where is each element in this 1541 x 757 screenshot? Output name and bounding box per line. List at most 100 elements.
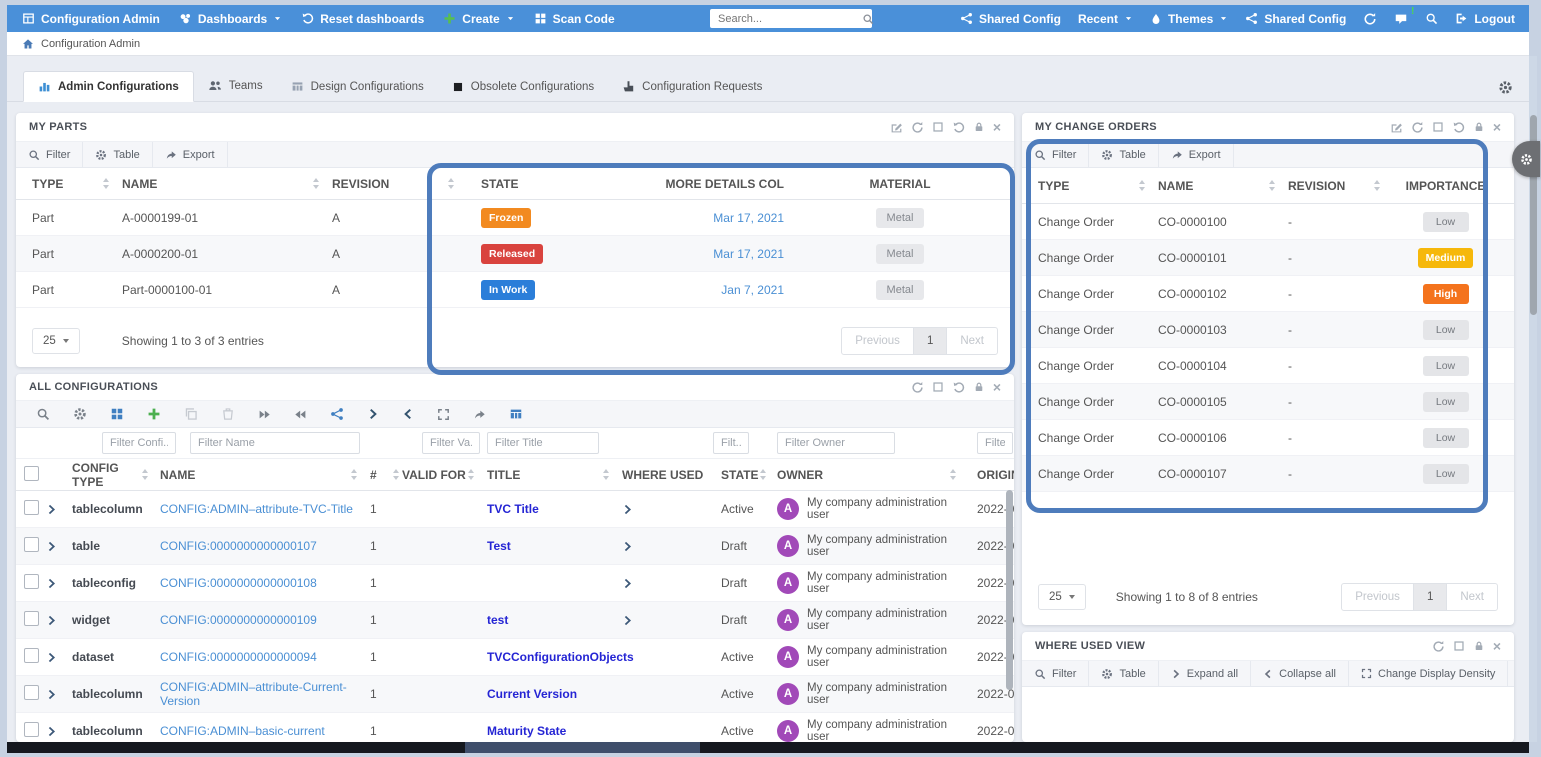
title-link[interactable]: TVCConfigurationObjects <box>487 650 634 664</box>
expand-row-icon[interactable] <box>46 689 57 700</box>
col-name[interactable]: NAME <box>160 468 195 482</box>
where-used-chevron-icon[interactable] <box>622 504 633 515</box>
add-icon[interactable] <box>147 407 161 421</box>
maximize-icon[interactable] <box>1453 640 1465 652</box>
where-used-chevron-icon[interactable] <box>622 541 633 552</box>
more-details-link[interactable]: Jan 7, 2021 <box>721 283 784 297</box>
table-row[interactable]: tablecolumn CONFIG:ADMIN–attribute-TVC-T… <box>16 491 1014 528</box>
col-revision[interactable]: REVISION <box>1288 179 1345 193</box>
lock-icon[interactable] <box>1473 121 1485 133</box>
table-row[interactable]: dataset CONFIG:0000000000000094 1 TVCCon… <box>16 639 1014 676</box>
tab-obsolete-configurations[interactable]: Obsolete Configurations <box>438 73 608 101</box>
row-checkbox[interactable] <box>24 574 39 589</box>
table-row[interactable]: Change Order CO-0000106 - Low <box>1022 420 1514 456</box>
undo-icon[interactable] <box>952 381 965 394</box>
close-icon[interactable]: × <box>1493 120 1501 134</box>
edit-icon[interactable] <box>890 121 903 134</box>
lock-icon[interactable] <box>1473 640 1485 652</box>
table-row[interactable]: Change Order CO-0000103 - Low <box>1022 312 1514 348</box>
config-name-link[interactable]: CONFIG:0000000000000109 <box>160 613 317 627</box>
copy-icon[interactable] <box>184 407 198 421</box>
expand-row-icon[interactable] <box>46 504 57 515</box>
expand-all-button[interactable]: Expand all <box>1159 661 1251 686</box>
nav-reset-dashboards[interactable]: Reset dashboards <box>301 12 424 26</box>
sort-icon[interactable] <box>602 469 610 480</box>
col-type[interactable]: TYPE <box>1038 179 1069 193</box>
table-row[interactable]: Change Order CO-0000102 - High <box>1022 276 1514 312</box>
table-icon[interactable] <box>509 407 523 421</box>
table-row[interactable]: Change Order CO-0000101 - Medium <box>1022 240 1514 276</box>
delete-icon[interactable] <box>221 407 235 421</box>
col-state[interactable]: STATE <box>721 468 759 482</box>
sort-icon[interactable] <box>1373 180 1381 191</box>
table-settings-button[interactable]: Table <box>83 142 152 167</box>
change-display-density-button[interactable]: Change Display Density <box>1349 661 1508 686</box>
nav-scan-code[interactable]: Scan Code <box>534 12 615 26</box>
expand-row-icon[interactable] <box>46 652 57 663</box>
config-name-link[interactable]: CONFIG:0000000000000107 <box>160 539 317 553</box>
table-row[interactable]: widget CONFIG:0000000000000109 1 test Dr… <box>16 602 1014 639</box>
dashboard-settings-gear-icon[interactable] <box>1498 80 1513 95</box>
undo-icon[interactable] <box>952 121 965 134</box>
sort-icon[interactable] <box>1268 180 1276 191</box>
table-row[interactable]: tablecolumn CONFIG:ADMIN–basic-current 1… <box>16 713 1014 742</box>
maximize-icon[interactable] <box>932 121 944 133</box>
config-name-link[interactable]: CONFIG:0000000000000094 <box>160 650 317 664</box>
filter-button[interactable]: Filter <box>1022 142 1089 167</box>
page-number-button[interactable]: 1 <box>1414 584 1447 610</box>
export-button[interactable]: Export <box>153 142 228 167</box>
nav-logout[interactable]: Logout <box>1455 12 1515 26</box>
sort-icon[interactable] <box>141 469 148 480</box>
col-name[interactable]: NAME <box>122 177 157 191</box>
search-input[interactable] <box>716 12 862 26</box>
nav-notifications[interactable]: ! <box>1394 12 1408 26</box>
filter-button[interactable]: Filter <box>16 142 83 167</box>
export-icon[interactable] <box>473 408 486 421</box>
col-valid-for[interactable]: VALID FOR <box>402 468 466 482</box>
export-button[interactable]: Export <box>1508 661 1514 686</box>
search-icon[interactable] <box>36 407 50 421</box>
expand-row-icon[interactable] <box>46 726 57 737</box>
expand-row-icon[interactable] <box>46 615 57 626</box>
lock-icon[interactable] <box>973 381 985 393</box>
undo-icon[interactable] <box>1452 121 1465 134</box>
close-icon[interactable]: × <box>993 380 1001 394</box>
table-row[interactable]: Change Order CO-0000107 - Low <box>1022 456 1514 492</box>
title-link[interactable]: Test <box>487 539 511 553</box>
title-link[interactable]: Current Version <box>487 687 577 701</box>
table-row[interactable]: Change Order CO-0000100 - Low <box>1022 204 1514 240</box>
row-checkbox[interactable] <box>24 500 39 515</box>
table-row[interactable]: Change Order CO-0000105 - Low <box>1022 384 1514 420</box>
previous-page-button[interactable]: Previous <box>1342 584 1414 610</box>
col-type[interactable]: TYPE <box>32 177 63 191</box>
col-number[interactable]: # <box>370 468 377 482</box>
page-horizontal-scrollbar-thumb[interactable] <box>465 742 700 753</box>
grid-view-icon[interactable] <box>110 407 124 421</box>
table-row[interactable]: tableconfig CONFIG:0000000000000108 1 Dr… <box>16 565 1014 602</box>
home-icon[interactable] <box>22 38 34 50</box>
col-name[interactable]: NAME <box>1158 179 1193 193</box>
nav-recent[interactable]: Recent <box>1078 12 1133 26</box>
title-link[interactable]: TVC Title <box>487 502 539 516</box>
maximize-icon[interactable] <box>932 381 944 393</box>
sort-icon[interactable] <box>350 469 358 480</box>
col-originated[interactable]: ORIGINAT <box>969 468 1014 482</box>
close-icon[interactable]: × <box>1493 639 1501 653</box>
nav-shared-config-2[interactable]: Shared Config <box>1245 12 1346 26</box>
next-page-button[interactable]: Next <box>947 328 997 354</box>
where-used-chevron-icon[interactable] <box>622 615 633 626</box>
filter-state-input[interactable] <box>713 432 749 454</box>
edit-icon[interactable] <box>1390 121 1403 134</box>
nav-brand[interactable]: Configuration Admin <box>22 12 160 26</box>
config-name-link[interactable]: CONFIG:0000000000000108 <box>160 576 317 590</box>
nav-dashboards[interactable]: Dashboards <box>179 12 282 26</box>
tab-admin-configurations[interactable]: Admin Configurations <box>23 71 194 102</box>
col-revision[interactable]: REVISION <box>332 177 389 191</box>
gear-icon[interactable] <box>73 407 87 421</box>
title-link[interactable]: test <box>487 613 508 627</box>
refresh-icon[interactable] <box>911 121 924 134</box>
material-button[interactable]: Metal <box>876 208 925 228</box>
tab-configuration-requests[interactable]: Configuration Requests <box>608 72 776 101</box>
close-icon[interactable]: × <box>993 120 1001 134</box>
filter-owner-input[interactable] <box>777 432 895 454</box>
